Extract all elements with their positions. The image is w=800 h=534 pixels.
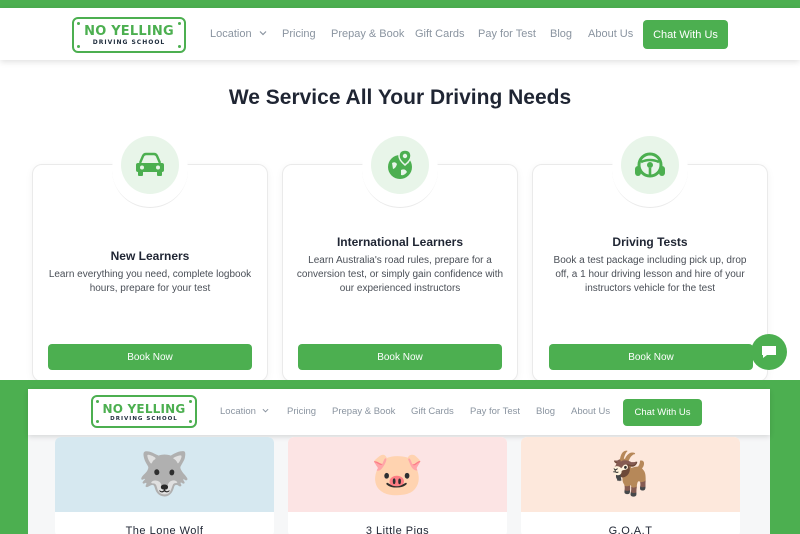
globe-pin-icon <box>371 136 429 194</box>
logo-rivet <box>77 22 80 25</box>
car-icon <box>121 136 179 194</box>
book-now-button[interactable]: Book Now <box>549 344 753 370</box>
overlay-nav-gift-cards[interactable]: Gift Cards <box>411 406 454 417</box>
nav-gift-cards[interactable]: Gift Cards <box>415 28 465 40</box>
top-accent-band <box>0 0 800 8</box>
card-title: International Learners <box>336 235 464 249</box>
nav-pay-for-test[interactable]: Pay for Test <box>478 28 536 40</box>
chevron-down-icon <box>259 31 267 36</box>
chat-bubble-icon <box>762 346 776 358</box>
logo-sub-text: DRIVING SCHOOL <box>92 39 166 46</box>
package-card-little-pigs[interactable]: 🐷 3 Little Pigs <box>288 437 507 534</box>
package-card-lone-wolf[interactable]: 🐺 The Lone Wolf <box>55 437 274 534</box>
wolf-icon: 🐺 <box>55 437 274 512</box>
card-title: Driving Tests <box>612 235 688 249</box>
overlay-nav-location[interactable]: Location <box>220 406 269 417</box>
card-description: Learn Australia's road rules, prepare fo… <box>296 255 504 294</box>
section-title: We Service All Your Driving Needs <box>228 86 572 109</box>
logo-main-text: NO YELLING <box>102 401 186 416</box>
logo-rivet <box>189 420 192 423</box>
overlay-chat-with-us-button[interactable]: Chat With Us <box>623 399 702 426</box>
card-title: New Learners <box>110 249 190 263</box>
goat-emoji: 🐐 <box>604 450 657 497</box>
logo-rivet <box>77 45 80 48</box>
chat-widget-button[interactable] <box>751 334 787 370</box>
overlay-nav-pay-for-test[interactable]: Pay for Test <box>470 406 520 417</box>
overlay-nav-blog[interactable]: Blog <box>536 406 555 417</box>
nav-location[interactable]: Location <box>210 28 267 40</box>
overlay-nav-pricing[interactable]: Pricing <box>287 406 316 417</box>
nav-pricing[interactable]: Pricing <box>282 28 316 40</box>
chevron-down-icon <box>262 408 269 413</box>
pig-emoji: 🐷 <box>371 450 424 497</box>
nav-location-label: Location <box>220 406 256 417</box>
nav-blog[interactable]: Blog <box>550 28 572 40</box>
logo-main-text: NO YELLING <box>84 24 174 39</box>
nav-location-label: Location <box>210 28 252 40</box>
card-description: Book a test package including pick up, d… <box>553 255 747 294</box>
nav-about-us[interactable]: About Us <box>588 28 633 40</box>
site-header: NO YELLING DRIVING SCHOOL Location Prici… <box>0 8 800 60</box>
steering-wheel-icon <box>621 136 679 194</box>
site-logo[interactable]: NO YELLING DRIVING SCHOOL <box>72 17 186 53</box>
goat-icon: 🐐 <box>521 437 740 512</box>
logo-rivet <box>189 400 192 403</box>
nav-prepay-book[interactable]: Prepay & Book <box>331 28 404 40</box>
wolf-emoji: 🐺 <box>138 450 191 497</box>
book-now-button[interactable]: Book Now <box>48 344 252 370</box>
logo-rivet <box>96 400 99 403</box>
package-name: G.O.A.T <box>608 525 653 534</box>
logo-rivet <box>178 22 181 25</box>
package-name: The Lone Wolf <box>125 525 204 534</box>
overlay-header: NO YELLING DRIVING SCHOOL Location Prici… <box>28 389 770 435</box>
card-description: Learn everything you need, complete logb… <box>48 269 252 294</box>
overlay-nav-prepay-book[interactable]: Prepay & Book <box>332 406 395 417</box>
pig-icon: 🐷 <box>288 437 507 512</box>
logo-rivet <box>96 420 99 423</box>
logo-sub-text: DRIVING SCHOOL <box>110 415 178 422</box>
package-card-goat[interactable]: 🐐 G.O.A.T <box>521 437 740 534</box>
package-name: 3 Little Pigs <box>365 525 430 534</box>
overlay-nav-about-us[interactable]: About Us <box>571 406 610 417</box>
chat-with-us-button[interactable]: Chat With Us <box>643 20 728 49</box>
logo-rivet <box>178 45 181 48</box>
book-now-button[interactable]: Book Now <box>298 344 502 370</box>
overlay-logo[interactable]: NO YELLING DRIVING SCHOOL <box>91 395 197 428</box>
